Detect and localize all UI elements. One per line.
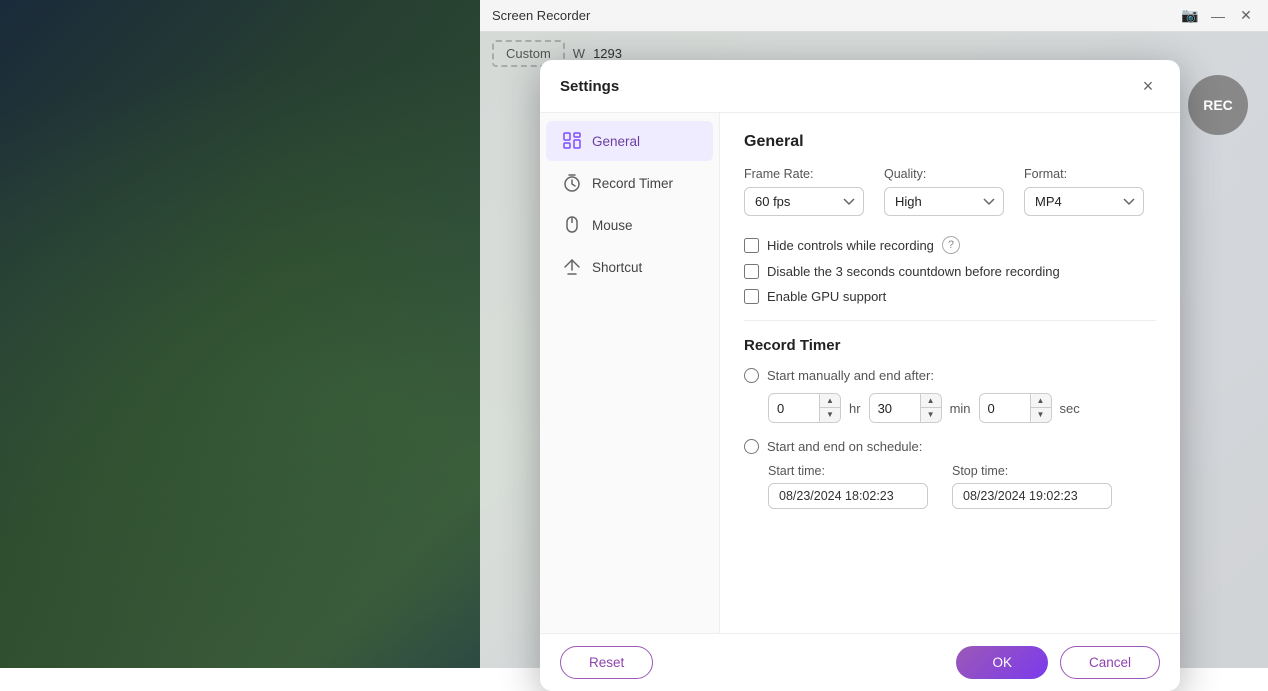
min-label: min	[950, 401, 971, 416]
quality-field: Quality: Low Medium High Ultra	[884, 167, 1004, 216]
settings-title: Settings	[560, 78, 619, 95]
enable-gpu-row: Enable GPU support	[744, 289, 1156, 304]
schedule-row: Start and end on schedule:	[744, 439, 1156, 454]
seconds-increment[interactable]: ▲	[1031, 394, 1051, 408]
start-time-input[interactable]	[768, 483, 928, 509]
start-time-label: Start time:	[768, 464, 928, 478]
close-window-button[interactable]: ✕	[1236, 6, 1256, 26]
quality-select[interactable]: Low Medium High Ultra	[884, 187, 1004, 216]
sidebar-item-record-timer[interactable]: Record Timer	[546, 163, 713, 203]
start-manually-label: Start manually and end after:	[767, 368, 934, 383]
minutes-decrement[interactable]: ▼	[921, 408, 941, 422]
seconds-input[interactable]	[980, 395, 1030, 422]
settings-header: Settings ×	[540, 60, 1180, 113]
timer-duration-inputs: ▲ ▼ hr ▲ ▼ min ▲ ▼	[768, 393, 1156, 423]
minutes-input[interactable]	[870, 395, 920, 422]
section-divider	[744, 320, 1156, 321]
sidebar-record-timer-label: Record Timer	[592, 176, 673, 191]
footer-right-buttons: OK Cancel	[956, 646, 1160, 679]
settings-body: General Record Timer	[540, 113, 1180, 633]
sidebar-item-shortcut[interactable]: Shortcut	[546, 247, 713, 287]
rec-button[interactable]: REC	[1188, 75, 1248, 135]
format-label: Format:	[1024, 167, 1144, 181]
sidebar-item-general[interactable]: General	[546, 121, 713, 161]
window-controls: 📷 — ✕	[1180, 6, 1256, 26]
settings-dialog: Settings × General	[540, 60, 1180, 691]
sidebar-item-mouse[interactable]: Mouse	[546, 205, 713, 245]
disable-countdown-checkbox[interactable]	[744, 264, 759, 279]
hr-label: hr	[849, 401, 861, 416]
hours-input-group: ▲ ▼	[768, 393, 841, 423]
frame-rate-label: Frame Rate:	[744, 167, 864, 181]
stop-time-field: Stop time:	[952, 464, 1112, 509]
format-row: Frame Rate: 30 fps 60 fps 120 fps Qualit…	[744, 167, 1156, 216]
schedule-time-inputs: Start time: Stop time:	[768, 464, 1156, 509]
hours-input[interactable]	[769, 395, 819, 422]
hours-decrement[interactable]: ▼	[820, 408, 840, 422]
seconds-decrement[interactable]: ▼	[1031, 408, 1051, 422]
reset-button[interactable]: Reset	[560, 646, 653, 679]
cancel-button[interactable]: Cancel	[1060, 646, 1160, 679]
quality-label: Quality:	[884, 167, 1004, 181]
hide-controls-label: Hide controls while recording	[767, 238, 934, 253]
settings-close-button[interactable]: ×	[1136, 74, 1160, 98]
settings-content: General Frame Rate: 30 fps 60 fps 120 fp…	[720, 113, 1180, 633]
mouse-icon	[562, 215, 582, 235]
sidebar-shortcut-label: Shortcut	[592, 260, 642, 275]
app-title-bar: Screen Recorder 📷 — ✕	[480, 0, 1268, 32]
hours-increment[interactable]: ▲	[820, 394, 840, 408]
app-title: Screen Recorder	[492, 8, 1180, 23]
format-select[interactable]: MP4 AVI MOV GIF	[1024, 187, 1144, 216]
settings-sidebar: General Record Timer	[540, 113, 720, 633]
screenshot-icon[interactable]: 📷	[1180, 6, 1200, 26]
record-timer-title: Record Timer	[744, 337, 1156, 354]
sec-label: sec	[1060, 401, 1080, 416]
start-schedule-radio[interactable]	[744, 439, 759, 454]
record-timer-icon	[562, 173, 582, 193]
shortcut-icon	[562, 257, 582, 277]
enable-gpu-checkbox[interactable]	[744, 289, 759, 304]
width-label: W	[573, 46, 585, 61]
general-section-title: General	[744, 133, 1156, 151]
start-schedule-label: Start and end on schedule:	[767, 439, 922, 454]
frame-rate-field: Frame Rate: 30 fps 60 fps 120 fps	[744, 167, 864, 216]
start-manually-radio[interactable]	[744, 368, 759, 383]
general-icon	[562, 131, 582, 151]
minutes-input-group: ▲ ▼	[869, 393, 942, 423]
sidebar-general-label: General	[592, 134, 640, 149]
hide-controls-row: Hide controls while recording ?	[744, 236, 1156, 254]
disable-countdown-label: Disable the 3 seconds countdown before r…	[767, 264, 1060, 279]
minimize-button[interactable]: —	[1208, 6, 1228, 26]
help-icon[interactable]: ?	[942, 236, 960, 254]
sidebar-mouse-label: Mouse	[592, 218, 633, 233]
start-manually-row: Start manually and end after:	[744, 368, 1156, 383]
disable-countdown-row: Disable the 3 seconds countdown before r…	[744, 264, 1156, 279]
frame-rate-select[interactable]: 30 fps 60 fps 120 fps	[744, 187, 864, 216]
enable-gpu-label: Enable GPU support	[767, 289, 886, 304]
seconds-input-group: ▲ ▼	[979, 393, 1052, 423]
ok-button[interactable]: OK	[956, 646, 1048, 679]
width-value: 1293	[593, 46, 622, 61]
format-field: Format: MP4 AVI MOV GIF	[1024, 167, 1144, 216]
stop-time-input[interactable]	[952, 483, 1112, 509]
start-time-field: Start time:	[768, 464, 928, 509]
settings-footer: Reset OK Cancel	[540, 633, 1180, 691]
stop-time-label: Stop time:	[952, 464, 1112, 478]
hide-controls-checkbox[interactable]	[744, 238, 759, 253]
minutes-increment[interactable]: ▲	[921, 394, 941, 408]
